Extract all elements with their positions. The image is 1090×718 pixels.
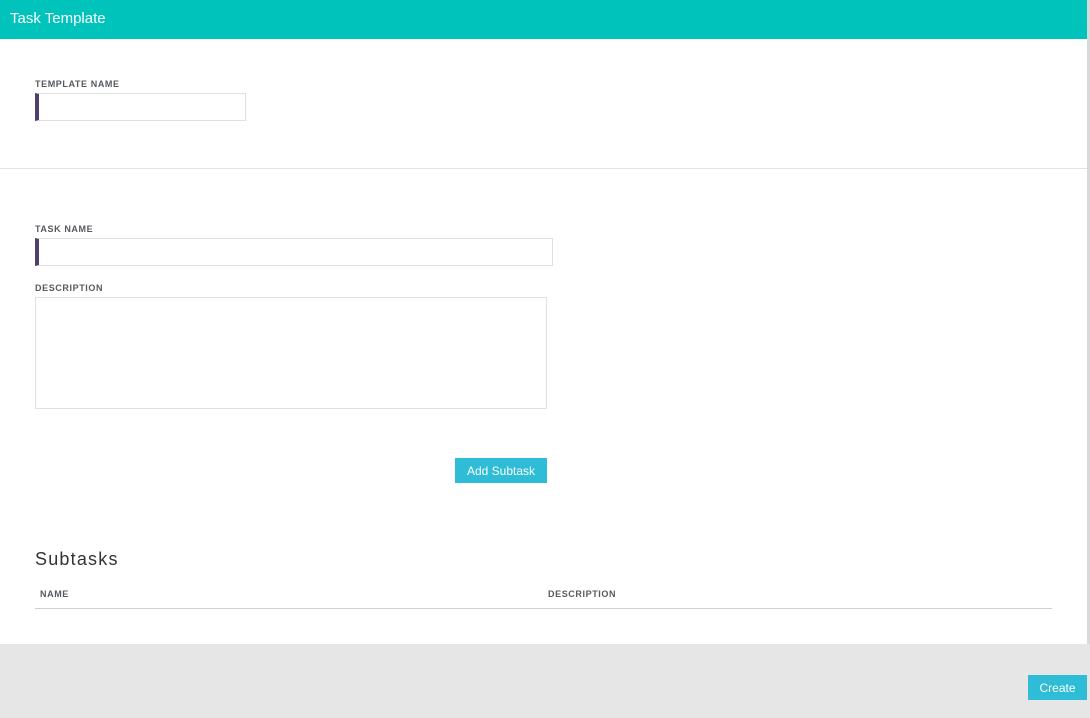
column-header-description: DESCRIPTION	[548, 589, 617, 599]
subtasks-table-rule	[35, 608, 1052, 609]
column-header-name: NAME	[40, 589, 69, 599]
form-content: TEMPLATE NAME TASK NAME DESCRIPTION Add …	[0, 39, 1087, 644]
task-name-input[interactable]	[35, 238, 553, 266]
template-name-input[interactable]	[35, 93, 246, 121]
task-template-page: Task Template TEMPLATE NAME TASK NAME DE…	[0, 0, 1090, 718]
create-button[interactable]: Create	[1028, 675, 1087, 700]
add-subtask-button[interactable]: Add Subtask	[455, 458, 547, 483]
description-label: DESCRIPTION	[35, 283, 104, 293]
subtasks-heading: Subtasks	[35, 549, 119, 569]
task-name-label: TASK NAME	[35, 224, 94, 234]
header-bar: Task Template	[0, 0, 1087, 39]
page-title: Task Template	[10, 10, 106, 27]
description-textarea[interactable]	[35, 297, 547, 409]
template-name-label: TEMPLATE NAME	[35, 79, 120, 89]
section-divider	[0, 168, 1087, 169]
